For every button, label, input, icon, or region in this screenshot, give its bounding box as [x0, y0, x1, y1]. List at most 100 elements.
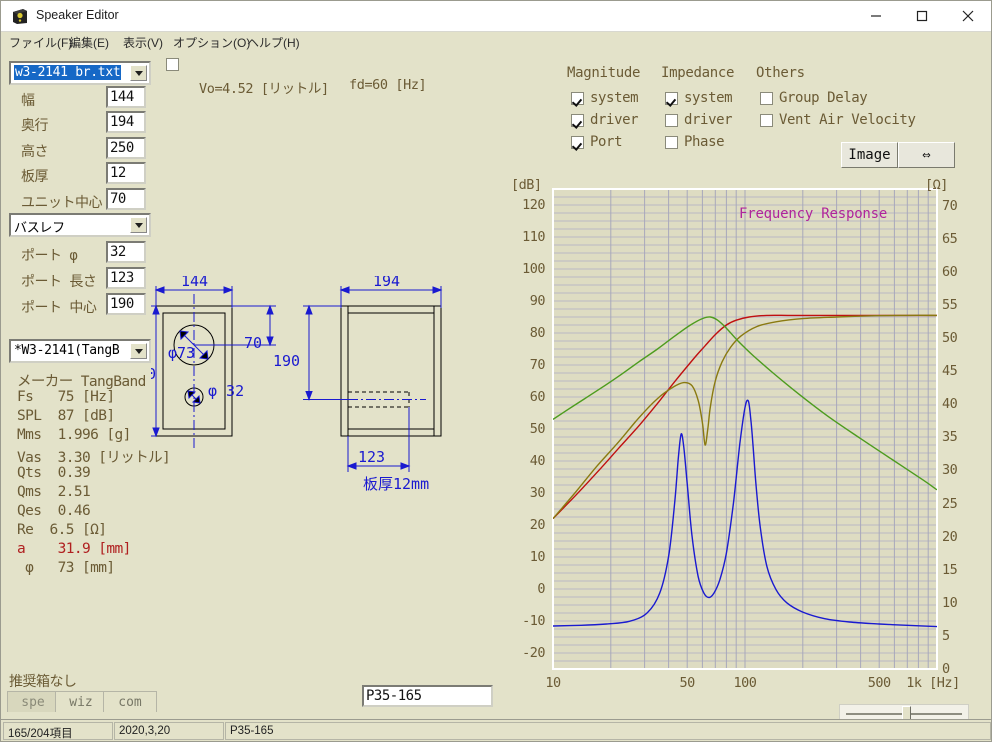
ytick-right: 30: [942, 462, 958, 479]
label-dim-1: 奥行: [21, 118, 49, 134]
dim-port-length: 123: [358, 448, 385, 466]
maximize-button[interactable]: [899, 1, 945, 31]
top-checkbox[interactable]: [166, 58, 179, 71]
driver-spec-7: Qes 0.46: [17, 503, 91, 519]
checkbox-checked-icon[interactable]: [571, 136, 584, 149]
label-port-2: ポート 中心: [21, 300, 97, 316]
checkbox-checked-icon[interactable]: [571, 92, 584, 105]
ytick-left: -20: [522, 645, 545, 661]
checkbox-checked-icon[interactable]: [571, 114, 584, 127]
driver-spec-5: Qts 0.39: [17, 465, 91, 481]
checkbox-checked-icon[interactable]: [665, 92, 678, 105]
ytick-right: 40: [942, 396, 958, 413]
volume-label: Vo=4.52 [リットル]: [199, 81, 329, 97]
input-dim-2[interactable]: 250: [106, 137, 146, 159]
swap-button[interactable]: ⇔: [898, 142, 955, 168]
ytick-left: 10: [529, 549, 546, 565]
menu-item-2[interactable]: 表示(V): [123, 34, 163, 51]
name-input-value: P35-165: [366, 688, 422, 704]
thickness-note: 板厚12mm: [363, 475, 429, 493]
checkbox-label: system: [684, 90, 733, 106]
xtick: 10: [545, 675, 561, 691]
ytick-left: 0: [537, 581, 545, 597]
menu-item-1[interactable]: 編集(E): [69, 34, 109, 51]
ytick-right: 45: [942, 363, 958, 380]
ytick-right: 10: [942, 594, 958, 611]
chevron-down-icon[interactable]: [130, 65, 147, 81]
input-dim-2-value: 250: [110, 140, 134, 156]
checkbox-unchecked-icon[interactable]: [760, 114, 773, 127]
input-dim-1-value: 194: [110, 114, 134, 130]
dim-port-dia: φ 32: [208, 382, 244, 400]
dim-front-height: 250: [151, 365, 156, 383]
y-axis-right-unit: [Ω]: [925, 177, 948, 193]
ytick-left: 40: [529, 453, 546, 469]
checkbox-unchecked-icon[interactable]: [760, 92, 773, 105]
input-dim-1[interactable]: 194: [106, 111, 146, 133]
label-dim-2: 高さ: [21, 144, 49, 160]
ytick-right: 55: [942, 296, 958, 313]
dim-front-width: 144: [181, 276, 208, 290]
xtick: 50: [679, 675, 696, 691]
driver-spec-3: Mms 1.996 [g]: [17, 427, 131, 443]
checkbox-label: Phase: [684, 134, 725, 150]
ytick-right: 65: [942, 230, 958, 247]
driver-spec-6: Qms 2.51: [17, 484, 91, 500]
checkbox-label: Vent Air Velocity: [779, 112, 916, 128]
input-port-2-value: 190: [110, 296, 134, 312]
menu-item-4[interactable]: ヘルプ(H): [247, 34, 300, 51]
checkbox-unchecked-icon[interactable]: [665, 114, 678, 127]
ytick-left: 80: [529, 325, 546, 341]
speaker-icon: [11, 8, 28, 25]
input-dim-0-value: 144: [110, 89, 134, 105]
ytick-left: 90: [529, 293, 546, 309]
input-port-2[interactable]: 190: [106, 293, 146, 315]
ytick-right: 50: [942, 330, 958, 346]
xtick: 1k [Hz]: [906, 675, 960, 691]
input-dim-4-value: 70: [110, 191, 126, 207]
checkbox-label: system: [590, 90, 639, 106]
tab-spe[interactable]: spe: [7, 691, 59, 712]
ytick-left: 100: [522, 261, 545, 277]
ytick-right: 20: [942, 528, 958, 545]
group-header-0: Magnitude: [567, 65, 641, 81]
ytick-left: 110: [522, 229, 545, 245]
enclosure-type-combo-value: バスレフ: [14, 221, 65, 236]
input-port-0-value: 32: [110, 244, 126, 260]
enclosure-type-combo[interactable]: バスレフ: [9, 213, 151, 237]
driver-spec-4: Vas 3.30 [リットル]: [17, 450, 171, 466]
menu-item-0[interactable]: ファイル(F): [9, 34, 72, 51]
driver-spec-8: Re 6.5 [Ω]: [17, 522, 107, 538]
group-header-1: Impedance: [661, 65, 735, 81]
recommendation-note: 推奨箱なし: [9, 674, 77, 690]
name-input[interactable]: P35-165: [362, 685, 493, 707]
ytick-left: 30: [529, 485, 546, 501]
ytick-left: 20: [529, 517, 546, 533]
input-dim-3[interactable]: 12: [106, 162, 146, 184]
label-dim-0: 幅: [21, 93, 35, 109]
close-button[interactable]: [945, 1, 991, 31]
input-port-1-value: 123: [110, 270, 134, 286]
checkbox-label: driver: [590, 112, 639, 128]
input-dim-0[interactable]: 144: [106, 86, 146, 108]
input-port-0[interactable]: 32: [106, 241, 146, 263]
checkbox-unchecked-icon[interactable]: [665, 136, 678, 149]
cabinet-drawing: 144 250 70 φ73 φ 32 194 190 123 板厚12mm: [151, 276, 443, 493]
chevron-down-icon[interactable]: [130, 217, 147, 233]
driver-spec-0: メーカー TangBand: [17, 374, 146, 390]
menu-item-3[interactable]: オプション(O): [173, 34, 250, 51]
image-button[interactable]: Image: [841, 142, 898, 168]
chevron-down-icon[interactable]: [130, 343, 147, 359]
file-combo-value: w3-2141 br.txt: [14, 65, 122, 80]
input-port-1[interactable]: 123: [106, 267, 146, 289]
driver-combo[interactable]: *W3-2141(TangB: [9, 339, 151, 363]
main-window: Speaker Editor ファイル(F) 編集(E) 表示(V) オプション(O)…: [0, 0, 992, 742]
tab-wiz[interactable]: wiz: [55, 691, 107, 712]
driver-combo-value: *W3-2141(TangB: [14, 343, 120, 358]
file-combo[interactable]: w3-2141 br.txt: [9, 61, 151, 85]
input-dim-4[interactable]: 70: [106, 188, 146, 210]
tab-com[interactable]: com: [103, 691, 157, 712]
minimize-button[interactable]: [853, 1, 899, 31]
ytick-right: 5: [942, 627, 950, 644]
ytick-left: 60: [529, 389, 546, 405]
